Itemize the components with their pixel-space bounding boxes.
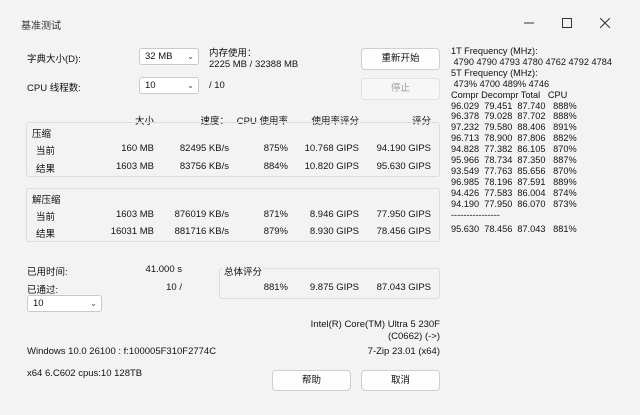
compress-current-rating: 94.190 GIPS — [376, 143, 431, 154]
decompress-result-speed: 881716 KB/s — [174, 226, 229, 237]
compress-title: 压缩 — [32, 129, 52, 140]
os-info: Windows 10.0 26100 : f:100005F310F2774C — [27, 346, 217, 357]
decompress-current-label: 当前 — [36, 212, 56, 223]
results-line: 4790 4790 4793 4780 4762 4792 4784 — [451, 56, 612, 67]
compress-current-size: 160 MB — [121, 143, 154, 154]
passes-label: 已通过: — [27, 285, 59, 296]
results-line: 94.828 77.382 86.105 870% — [451, 144, 577, 155]
cpu-threads-total: / 10 — [209, 80, 225, 91]
chevron-down-icon: ⌄ — [187, 52, 194, 61]
elapsed-label: 已用时间: — [27, 267, 68, 278]
results-line: 96.985 78.196 87.591 889% — [451, 176, 577, 187]
results-line: 97.232 79.580 88.406 891% — [451, 122, 577, 133]
zip-version: 7-Zip 23.01 (x64) — [367, 346, 440, 357]
compress-result-size: 1603 MB — [115, 161, 154, 172]
decompress-current-cpu: 871% — [263, 209, 288, 220]
results-line: 96.713 78.900 87.806 882% — [451, 133, 577, 144]
results-line: Compr Decompr Total CPU — [451, 89, 568, 100]
decompress-current-size: 1603 MB — [115, 209, 154, 220]
cpu-threads-label: CPU 线程数: — [27, 83, 81, 94]
decompress-result-label: 结果 — [36, 229, 56, 240]
help-button[interactable]: 帮助 — [272, 370, 351, 391]
compress-current-speed: 82495 KB/s — [179, 143, 229, 154]
frequency-results-panel: 1T Frequency (MHz): 4790 4790 4793 4780 … — [451, 46, 612, 234]
compress-current-cpu: 875% — [263, 143, 288, 154]
cpu-threads-select[interactable]: 10 ⌄ — [139, 77, 199, 94]
minimize-icon[interactable] — [516, 12, 542, 34]
arch-info: x64 6.C602 cpus:10 128TB — [27, 368, 143, 379]
results-line: 96.029 79.451 87.740 888% — [451, 100, 577, 111]
compress-result-cpu: 884% — [263, 161, 288, 172]
results-line: 5T Frequency (MHz): — [451, 67, 538, 78]
decompress-title: 解压缩 — [32, 195, 61, 206]
results-line: 96.378 79.028 87.702 888% — [451, 111, 577, 122]
chevron-down-icon: ⌄ — [187, 81, 194, 90]
dict-size-value: 32 MB — [145, 51, 173, 62]
results-line: 94.426 77.583 86.004 874% — [451, 187, 577, 198]
compress-result-label: 结果 — [36, 164, 56, 175]
restart-button[interactable]: 重新开始 — [361, 48, 440, 70]
results-line: 95.630 78.456 87.043 881% — [451, 223, 577, 234]
total-rating-per-usage: 9.875 GIPS — [309, 282, 359, 293]
total-cpu: 881% — [263, 282, 288, 293]
compress-current-rpu: 10.768 GIPS — [304, 143, 359, 154]
memory-usage-label: 内存使用： — [209, 48, 257, 59]
decompress-current-speed: 876019 KB/s — [174, 209, 229, 220]
results-line: 94.190 77.950 86.070 873% — [451, 198, 577, 209]
decompress-result-size: 16031 MB — [110, 226, 154, 237]
close-icon[interactable] — [592, 12, 618, 34]
cancel-button[interactable]: 取消 — [361, 370, 440, 391]
decompress-current-rpu: 8.946 GIPS — [309, 209, 359, 220]
decompress-result-rpu: 8.930 GIPS — [309, 226, 359, 237]
compress-current-label: 当前 — [36, 146, 56, 157]
dict-size-label: 字典大小(D): — [27, 54, 81, 65]
chevron-down-icon: ⌄ — [90, 299, 97, 308]
maximize-icon[interactable] — [554, 12, 580, 34]
passes-select[interactable]: 10 ⌄ — [27, 295, 102, 312]
compress-result-speed: 83756 KB/s — [179, 161, 229, 172]
memory-usage-value: 2225 MB / 32388 MB — [209, 59, 299, 70]
dict-size-select[interactable]: 32 MB ⌄ — [139, 48, 199, 65]
cpu-id: (C0662) (->) — [388, 331, 440, 342]
results-line: 473% 4700 489% 4746 — [451, 78, 550, 89]
results-line: 93.549 77.763 85.656 870% — [451, 165, 577, 176]
results-line: ---------------- — [451, 209, 500, 220]
passes-select-value: 10 — [33, 298, 44, 309]
window-title: 基准测试 — [21, 21, 61, 32]
stop-button[interactable]: 停止 — [361, 78, 440, 100]
compress-result-rating: 95.630 GIPS — [376, 161, 431, 172]
decompress-result-rating: 78.456 GIPS — [376, 226, 431, 237]
decompress-current-rating: 77.950 GIPS — [376, 209, 431, 220]
passes-value: 10 / — [166, 282, 182, 293]
cpu-name: Intel(R) Core(TM) Ultra 5 230F — [310, 319, 440, 330]
results-line: 1T Frequency (MHz): — [451, 46, 538, 56]
elapsed-value: 41.000 s — [145, 264, 182, 275]
title-bar: 基准测试 — [0, 0, 640, 40]
total-rating: 87.043 GIPS — [376, 282, 431, 293]
compress-result-rpu: 10.820 GIPS — [304, 161, 359, 172]
decompress-result-cpu: 879% — [263, 226, 288, 237]
results-line: 95.966 78.734 87.350 887% — [451, 155, 577, 166]
total-rating-title: 总体评分 — [223, 264, 264, 278]
cpu-threads-value: 10 — [145, 80, 156, 91]
